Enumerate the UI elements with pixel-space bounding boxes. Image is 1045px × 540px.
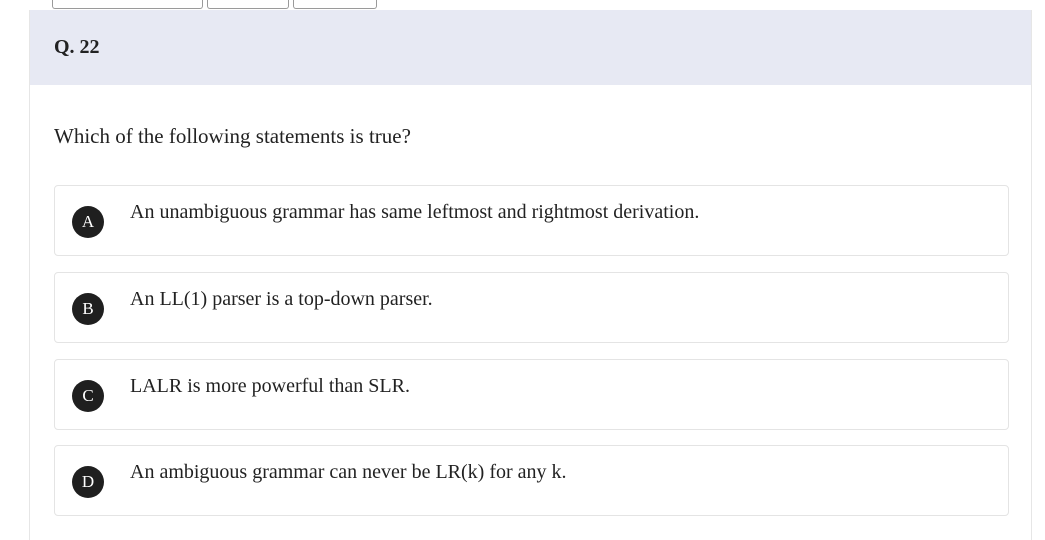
- question-number: Q. 22: [54, 36, 100, 58]
- option-letter-badge: C: [72, 380, 104, 412]
- option-text: LALR is more powerful than SLR.: [130, 375, 410, 397]
- option-c[interactable]: C LALR is more powerful than SLR.: [54, 359, 1009, 430]
- top-tab-button-1[interactable]: [52, 0, 203, 9]
- option-d[interactable]: D An ambiguous grammar can never be LR(k…: [54, 445, 1009, 516]
- top-tab-button-3[interactable]: [293, 0, 377, 9]
- option-text: An ambiguous grammar can never be LR(k) …: [130, 461, 567, 483]
- top-tab-button-2[interactable]: [207, 0, 289, 9]
- question-header: Q. 22: [30, 10, 1031, 85]
- options-list: A An unambiguous grammar has same leftmo…: [54, 185, 1009, 532]
- question-text: Which of the following statements is tru…: [54, 124, 411, 148]
- option-letter-badge: A: [72, 206, 104, 238]
- question-card: Q. 22 Which of the following statements …: [29, 10, 1032, 540]
- top-tab-bar: [52, 0, 377, 9]
- option-b[interactable]: B An LL(1) parser is a top-down parser.: [54, 272, 1009, 343]
- option-a[interactable]: A An unambiguous grammar has same leftmo…: [54, 185, 1009, 256]
- option-letter-badge: D: [72, 466, 104, 498]
- option-text: An LL(1) parser is a top-down parser.: [130, 288, 433, 310]
- option-letter-badge: B: [72, 293, 104, 325]
- page: Q. 22 Which of the following statements …: [0, 0, 1045, 540]
- option-text: An unambiguous grammar has same leftmost…: [130, 201, 700, 223]
